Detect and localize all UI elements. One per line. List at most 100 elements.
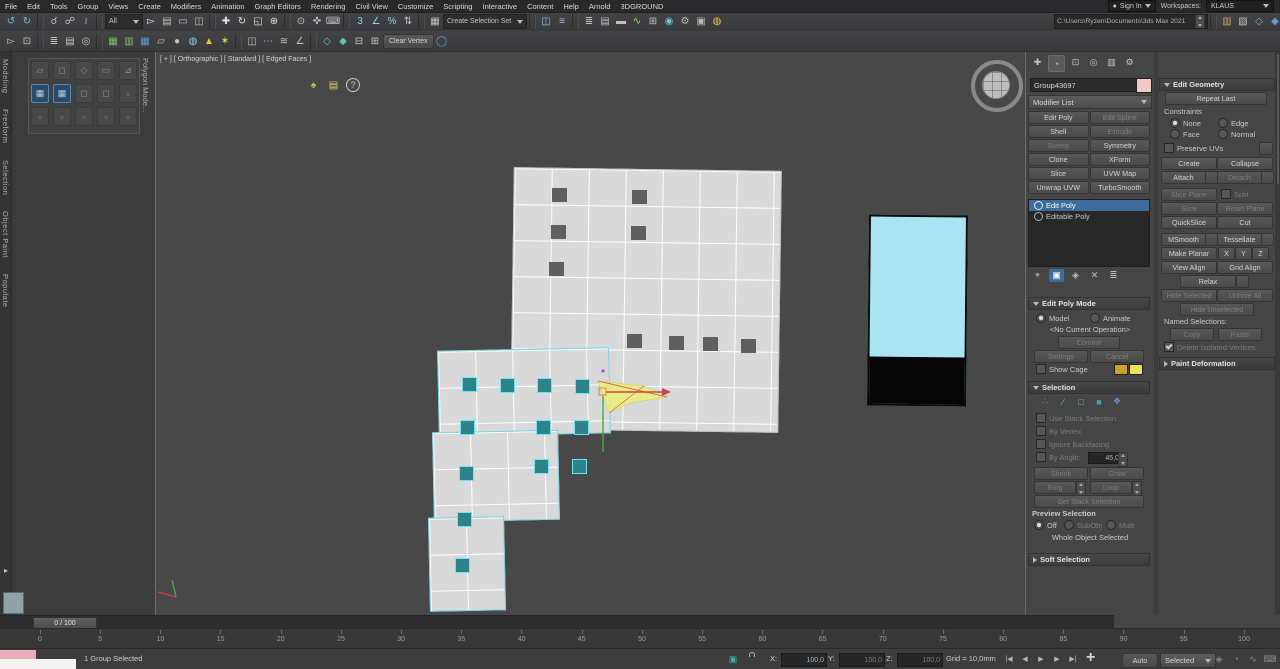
ribbon-tool-button[interactable]: ▫ (53, 107, 71, 126)
select-and-place-icon[interactable]: ⊕ (266, 14, 282, 30)
ribbon-tool-button[interactable]: ◻ (53, 61, 71, 80)
ribbon-panel-label[interactable]: Polygon Mode... (141, 58, 150, 112)
cage-color-swatch[interactable] (1114, 364, 1128, 375)
sphere-tool-icon[interactable]: ● (169, 33, 185, 49)
menu-tools[interactable]: Tools (45, 2, 73, 11)
align-icon[interactable]: ≡ (554, 14, 570, 30)
grow-button[interactable]: Grow (1090, 467, 1144, 480)
asset-tracking-icon[interactable]: ▧ (1235, 14, 1251, 30)
border-subobject-icon[interactable]: □ (1074, 395, 1088, 408)
edit-geometry-rollout-header[interactable]: Edit Geometry (1159, 78, 1275, 91)
clear-vertex-button[interactable]: Clear Vertex (383, 34, 434, 49)
collapse-tool-icon[interactable]: ⊟ (351, 33, 367, 49)
ribbon-tool-button[interactable]: ▫ (119, 107, 137, 126)
ribbon-tool-button[interactable]: ▦ (31, 84, 49, 103)
mirror-icon[interactable]: ◫ (538, 14, 554, 30)
menu-graph-editors[interactable]: Graph Editors (250, 2, 306, 11)
modifier-button-xform[interactable]: XForm (1090, 153, 1151, 166)
edit-named-selection-sets-icon[interactable]: ▦ (427, 14, 443, 30)
toggle-layer-explorer-icon[interactable]: ▤ (597, 14, 613, 30)
modifier-button-extrude[interactable]: Extrude (1090, 125, 1151, 138)
snap-toggle-3d-icon[interactable]: 3 (352, 14, 368, 30)
loop-button[interactable]: Loop (1090, 481, 1132, 494)
make-unique-icon[interactable]: ◈ (1068, 269, 1083, 282)
redo-icon[interactable]: ↻ (19, 14, 35, 30)
schematic-view-icon[interactable]: ⊞ (645, 14, 661, 30)
show-cage-checkbox[interactable]: Show Cage (1036, 364, 1088, 374)
render-production-icon[interactable]: ◍ (709, 14, 725, 30)
vertex-paint-icon[interactable]: ◯ (434, 33, 450, 49)
window-crossing-toggle-icon[interactable]: ◫ (191, 14, 207, 30)
select-and-scale-icon[interactable]: ◱ (250, 14, 266, 30)
help-icon[interactable]: ? (346, 78, 360, 92)
angle-snap-icon[interactable]: ∠ (368, 14, 384, 30)
curve-editor-icon[interactable]: ∿ (629, 14, 645, 30)
ribbon-tab-populate[interactable]: Populate (1, 274, 10, 308)
toggle-scene-explorer-icon[interactable]: ≣ (581, 14, 597, 30)
constraint-none-radio[interactable]: None (1170, 118, 1201, 128)
ribbon-tool-button[interactable]: ⊿ (119, 61, 137, 80)
menu-group[interactable]: Group (73, 2, 104, 11)
modifier-button-clone[interactable]: Clone (1028, 153, 1089, 166)
macro-recorder-field[interactable] (0, 650, 36, 659)
mesh-plane-lower-middle[interactable] (432, 430, 560, 523)
menu-customize[interactable]: Customize (393, 2, 438, 11)
slice-plane-button[interactable]: Slice Plane (1161, 188, 1217, 201)
play-animation-icon[interactable]: ▶ (1034, 652, 1048, 666)
ribbon-tool-button[interactable]: ▫ (75, 107, 93, 126)
z-coordinate-field[interactable]: 100,0 (897, 653, 943, 667)
y-coordinate-field[interactable]: 100,0 (839, 653, 885, 667)
menu-create[interactable]: Create (133, 2, 166, 11)
rectangular-selection-region-icon[interactable]: ▭ (175, 14, 191, 30)
x-coordinate-field[interactable]: 100,0 (781, 653, 827, 667)
menu-scripting[interactable]: Scripting (438, 2, 477, 11)
interactive-render-icon[interactable]: ◆ (1267, 14, 1280, 30)
make-planar-z-button[interactable]: Z (1252, 247, 1269, 260)
detach-button[interactable]: Detach (1217, 171, 1262, 184)
ribbon-tool-button[interactable]: ▱ (31, 61, 49, 80)
menu-views[interactable]: Views (103, 2, 133, 11)
show-end-result-icon[interactable]: ▣ (1049, 269, 1064, 282)
star-tool-icon[interactable]: ✶ (217, 33, 233, 49)
ribbon-expand-icon[interactable]: ▸ (4, 566, 8, 575)
ribbon-tab-selection[interactable]: Selection (1, 160, 10, 195)
cancel-button[interactable]: Cancel (1090, 350, 1144, 363)
select-object-icon[interactable]: ▻ (143, 14, 159, 30)
menu-content[interactable]: Content (522, 2, 558, 11)
civil-view-icon[interactable]: ◇ (1251, 14, 1267, 30)
constraint-normal-radio[interactable]: Normal (1218, 129, 1255, 139)
preview-off-radio[interactable]: Off (1034, 520, 1057, 530)
select-and-move-icon[interactable]: ✚ (218, 14, 234, 30)
track-bar[interactable]: 0510152025303540455055606570758085909510… (0, 628, 1280, 649)
modifier-button-edit-poly[interactable]: Edit Poly (1028, 111, 1089, 124)
delete-isolated-vertices-checkbox[interactable]: Delete Isolated Vertices (1164, 342, 1256, 352)
use-stack-selection-checkbox[interactable]: Use Stack Selection (1036, 413, 1116, 423)
blue-grid-icon[interactable]: ▦ (137, 33, 153, 49)
object-name-field[interactable]: Group43697 (1030, 78, 1138, 92)
select-children-icon[interactable]: ▻ (3, 33, 19, 49)
preview-subobj-radio[interactable]: SubObj (1064, 520, 1102, 530)
scene-explorer-toggle-icon[interactable]: ≣ (46, 33, 62, 49)
preserve-uvs-checkbox[interactable]: Preserve UVs (1164, 143, 1223, 153)
edit-poly-mode-rollout-header[interactable]: Edit Poly Mode (1028, 297, 1150, 310)
shrink-button[interactable]: Shrink (1034, 467, 1088, 480)
set-keys-button[interactable]: + (1086, 650, 1095, 666)
model-radio[interactable]: Model (1036, 313, 1069, 323)
tessellate-options-button[interactable] (1261, 233, 1274, 246)
view-cube[interactable] (971, 60, 1019, 108)
by-vertex-checkbox[interactable]: By Vertex (1036, 426, 1081, 436)
viewport-label[interactable]: [ + ] [ Orthographic ] [ Standard ] [ Ed… (160, 56, 311, 63)
array-tool-icon[interactable]: ⋯ (260, 33, 276, 49)
mini-curve-editor-icon[interactable]: ∿ (1246, 652, 1260, 666)
modifier-button-symmetry[interactable]: Symmetry (1090, 139, 1151, 152)
named-selection-sets-dropdown[interactable]: Create Selection Set (443, 14, 527, 29)
rendered-frame-window-icon[interactable]: ▣ (693, 14, 709, 30)
mirror-tool-icon[interactable]: ◫ (244, 33, 260, 49)
project-folder-field[interactable]: C:\Users\Ryzen\Documents\3ds Max 2021 (1054, 14, 1208, 29)
scrollbar-thumb[interactable] (1276, 53, 1280, 185)
selected-key-dropdown[interactable]: Selected (1160, 653, 1216, 668)
go-to-end-icon[interactable]: ▶| (1066, 652, 1080, 666)
copy-button[interactable]: Copy (1170, 328, 1214, 341)
quickslice-button[interactable]: QuickSlice (1161, 216, 1217, 229)
material-editor-icon[interactable]: ◉ (661, 14, 677, 30)
